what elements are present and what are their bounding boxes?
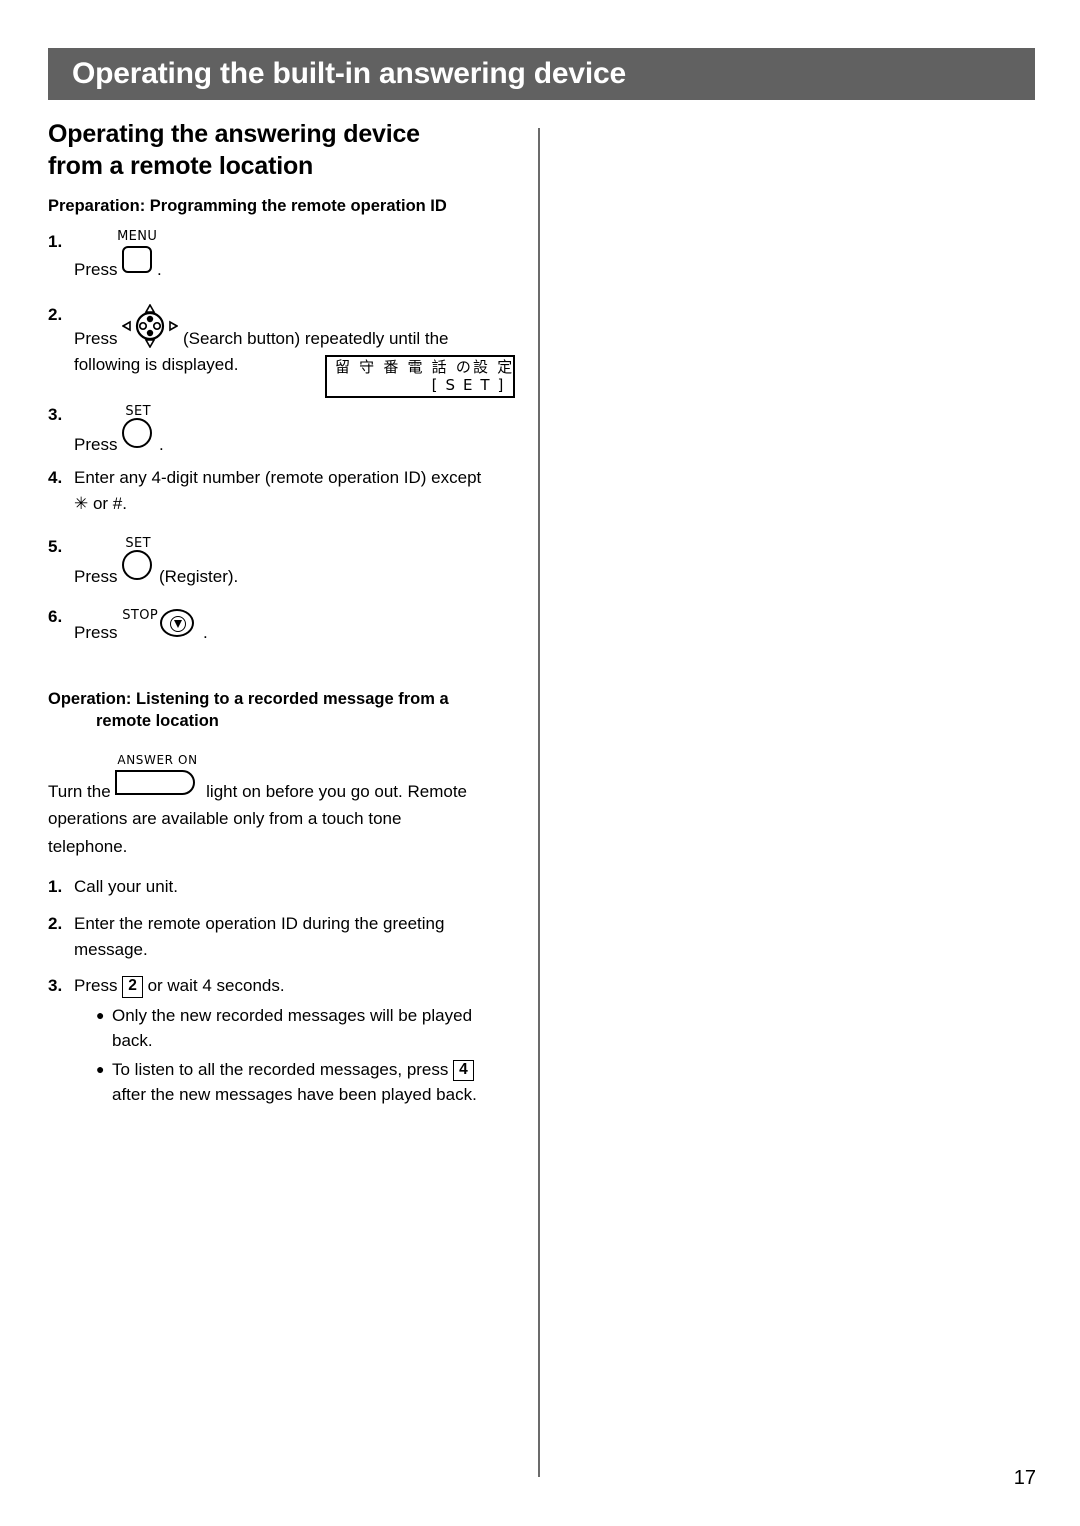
- step-body: Press SET (Register).: [74, 534, 528, 590]
- operation-heading-line1: Operation: Listening to a recorded messa…: [48, 690, 449, 709]
- step-number: 4.: [48, 467, 63, 487]
- set-button-icon: SET: [122, 402, 154, 450]
- step-number: 1.: [48, 232, 63, 252]
- operation-heading: Operation: Listening to a recorded messa…: [48, 688, 528, 733]
- section-title-line1: Operating the answering device: [48, 120, 420, 148]
- set-button-shape: [122, 549, 153, 580]
- stop-button-icon: STOP: [122, 604, 198, 638]
- step-number: 3.: [48, 976, 63, 996]
- step-body: Press STOP .: [74, 604, 528, 646]
- preparation-step-4: 4. Enter any 4-digit number (remote oper…: [48, 465, 528, 518]
- preparation-step-5: 5. Press SET (Register).: [48, 534, 528, 590]
- preparation-step-1: 1. Press MENU .: [48, 229, 528, 283]
- operation-intro-after: light on before you go out. Remote: [206, 781, 467, 801]
- step-text-before: Press: [74, 328, 118, 348]
- page-header-title: Operating the built-in answering device: [72, 57, 626, 90]
- step-text-line2: ✳ or #.: [74, 494, 127, 514]
- step-body: Press 2 or wait 4 seconds. ● Only the ne…: [74, 973, 528, 1107]
- bullet-item: ● To listen to all the recorded messages…: [74, 1057, 528, 1108]
- page-header-banner: Operating the built-in answering device: [48, 48, 1035, 100]
- step-number: 5.: [48, 536, 63, 556]
- operation-intro-line3: telephone.: [48, 836, 128, 856]
- section-title-line2: from a remote location: [48, 152, 314, 180]
- menu-button-label: MENU: [117, 229, 158, 245]
- lcd-display-box: 留 守 番 電 話 の設 定 [ S E T ]: [325, 355, 515, 398]
- step-body: Enter any 4-digit number (remote operati…: [74, 465, 528, 518]
- bullet-item: ● Only the new recorded messages will be…: [74, 1003, 528, 1054]
- operation-intro-before: Turn the: [48, 781, 111, 801]
- menu-button-shape: [122, 246, 153, 274]
- step-text-before: Press: [74, 566, 118, 586]
- section-title: Operating the answering device from a re…: [48, 118, 528, 182]
- step-text-before: Press: [74, 260, 118, 280]
- step-text-after: .: [156, 260, 162, 280]
- step-text-after: (Search button) repeatedly until the: [182, 328, 449, 348]
- operation-intro: Turn the ANSWER ON light on before you g…: [48, 751, 528, 861]
- step-number: 3.: [48, 405, 63, 425]
- step-text-line1: Enter any 4-digit number (remote operati…: [74, 467, 482, 487]
- preparation-step-6: 6. Press STOP .: [48, 604, 528, 646]
- step-text-after: .: [158, 435, 164, 455]
- preparation-heading: Preparation: Programming the remote oper…: [48, 197, 447, 215]
- answer-on-button-label: ANSWER ON: [117, 752, 198, 767]
- search-navigator-svg: [122, 303, 179, 348]
- operation-step-1: 1. Call your unit.: [48, 874, 528, 900]
- stop-button-label: STOP: [122, 607, 159, 623]
- step-text-before: Press: [74, 435, 118, 455]
- set-button-shape: [122, 418, 153, 449]
- step-number: 2.: [48, 304, 63, 324]
- operation-intro-line2: operations are available only from a tou…: [48, 809, 402, 829]
- set-button-icon: SET: [122, 534, 154, 582]
- step-number: 6.: [48, 606, 63, 626]
- step-text-before: Press: [74, 976, 118, 996]
- step-body: Enter the remote operation ID during the…: [74, 911, 528, 964]
- lcd-line-2: [ S E T ]: [431, 375, 505, 394]
- step-text-before: Press: [74, 622, 118, 642]
- preparation-step-3: 3. Press SET .: [48, 402, 528, 458]
- column-divider: [538, 128, 540, 1477]
- operation-heading-line2: remote location: [96, 712, 219, 731]
- left-column: Operating the answering device from a re…: [48, 118, 528, 1108]
- bullet-text-before: To listen to all the recorded messages, …: [112, 1059, 449, 1079]
- menu-button-icon: MENU: [117, 229, 157, 275]
- step-text-line1: Enter the remote operation ID during the…: [74, 913, 445, 933]
- step-body: Call your unit.: [74, 877, 178, 897]
- bullet-text: Only the new recorded messages will be p…: [112, 1003, 528, 1054]
- page-number: 17: [1013, 1467, 1036, 1489]
- step-text-after: .: [202, 622, 208, 642]
- step-text-line2: following is displayed.: [74, 355, 239, 375]
- answer-on-button-icon: ANSWER ON: [115, 751, 201, 797]
- bullet-line2: after the new messages have been played …: [112, 1085, 477, 1105]
- operation-step-2: 2. Enter the remote operation ID during …: [48, 911, 528, 964]
- bullet-dot-icon: ●: [96, 1060, 105, 1077]
- answer-on-button-shape: [115, 769, 196, 795]
- keypad-key-4-icon: 4: [453, 1059, 474, 1081]
- operation-step-3-bullets: ● Only the new recorded messages will be…: [74, 1003, 528, 1108]
- step-number: 1.: [48, 877, 63, 897]
- step-text-line2: message.: [74, 940, 148, 959]
- keypad-key-2-icon: 2: [122, 976, 143, 998]
- step-body: Press SET .: [74, 402, 528, 458]
- search-navigator-button-icon: [122, 302, 179, 348]
- stop-button-triangle: [174, 619, 183, 628]
- operation-step-3: 3. Press 2 or wait 4 seconds. ● Only the…: [48, 973, 528, 1107]
- step-number: 2.: [48, 913, 63, 933]
- bullet-text: To listen to all the recorded messages, …: [112, 1057, 528, 1108]
- step-text-after: (Register).: [158, 566, 239, 586]
- bullet-line1: Only the new recorded messages will be p…: [112, 1005, 473, 1025]
- step-text-after: or wait 4 seconds.: [147, 976, 285, 996]
- bullet-dot-icon: ●: [96, 1006, 105, 1023]
- step-body: Press MENU .: [74, 229, 528, 283]
- bullet-line2: back.: [112, 1031, 153, 1051]
- lcd-line-1: 留 守 番 電 話 の設 定: [335, 358, 515, 376]
